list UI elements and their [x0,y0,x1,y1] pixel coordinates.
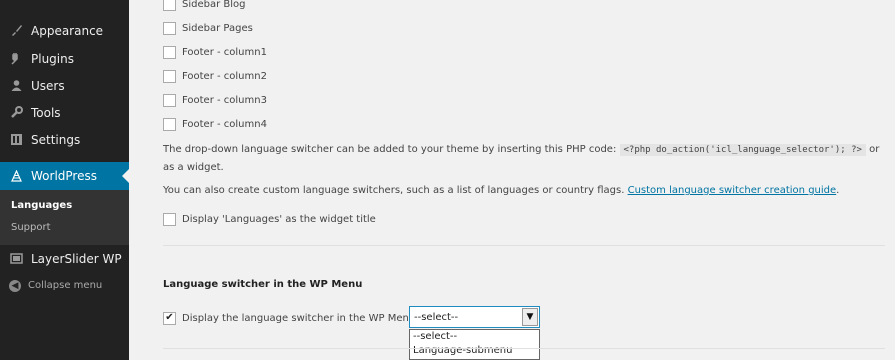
checkbox-label: Sidebar Blog [182,0,246,10]
widget-area-option[interactable]: Sidebar Blog [163,0,246,11]
checkbox-label: Footer - column1 [182,46,267,58]
sidebar-item-label: WorldPress [31,169,97,183]
checkbox-label: Footer - column2 [182,70,267,82]
sidebar-item-tools[interactable]: Tools [0,99,129,126]
settings-main: Sidebar Blog Sidebar Pages Footer - colu… [147,0,895,360]
php-code-snippet: <?php do_action('icl_language_selector')… [619,144,866,156]
checkbox-label: Sidebar Pages [182,22,253,34]
checkbox[interactable] [163,0,176,11]
display-title-option[interactable]: Display 'Languages' as the widget title [163,212,376,226]
section-title: Language switcher in the WP Menu [163,279,363,290]
user-icon [9,79,23,93]
collapse-menu-button[interactable]: ◀ Collapse menu [0,272,129,299]
paintbrush-icon [9,24,23,38]
widget-area-option[interactable]: Footer - column1 [163,45,267,59]
select-option[interactable]: Language-submenu [410,344,539,358]
checkbox[interactable] [163,212,176,226]
sidebar-item-appearance[interactable]: Appearance [0,17,129,44]
widget-area-option[interactable]: Footer - column2 [163,69,267,83]
select-option[interactable]: --select-- [410,330,539,344]
checkbox-checked[interactable]: ✔ [163,311,176,325]
checkbox[interactable] [163,21,176,35]
globe-icon [9,169,23,183]
custom-switcher-note: You can also create custom language swit… [163,185,840,196]
sidebar-item-plugins[interactable]: Plugins [0,45,129,72]
checkbox-label: Display the language switcher in the WP … [182,312,416,324]
active-indicator [122,169,129,183]
menu-switcher-option[interactable]: ✔ Display the language switcher in the W… [163,311,415,325]
custom-note-text: You can also create custom language swit… [163,185,625,196]
menu-switcher-select[interactable]: --select-- ▼ [409,306,540,328]
collapse-icon: ◀ [9,279,21,292]
section-divider [163,245,885,246]
widget-area-option[interactable]: Sidebar Pages [163,21,253,35]
admin-sidebar: Appearance Plugins Users Tools Settings … [0,0,129,360]
submenu-item-languages[interactable]: Languages [11,200,72,211]
php-note-text: The drop-down language switcher can be a… [163,144,617,155]
sidebar-item-label: Settings [31,132,81,147]
select-dropdown-list: --select-- Language-submenu [409,329,540,360]
custom-switcher-guide-link[interactable]: Custom language switcher creation guide [628,185,837,196]
checkbox-label: Display 'Languages' as the widget title [182,213,376,225]
submenu-item-support[interactable]: Support [11,222,51,233]
checkbox[interactable] [163,69,176,83]
sidebar-item-settings[interactable]: Settings [0,126,129,153]
sidebar-item-layerslider[interactable]: LayerSlider WP [0,245,129,272]
php-code-note: The drop-down language switcher can be a… [163,141,883,176]
chevron-down-icon[interactable]: ▼ [522,308,538,326]
sidebar-item-worldpress[interactable]: WorldPress [0,162,129,190]
widget-area-option[interactable]: Footer - column3 [163,93,267,107]
sidebar-item-label: Tools [31,105,61,120]
checkbox[interactable] [163,117,176,131]
section-divider [163,348,885,349]
select-value: --select-- [414,311,459,323]
checkbox[interactable] [163,45,176,59]
settings-icon [9,133,23,147]
checkbox-label: Footer - column4 [182,118,267,130]
sidebar-item-users[interactable]: Users [0,72,129,99]
layers-icon [9,252,23,266]
checkbox-label: Footer - column3 [182,94,267,106]
sidebar-item-label: Users [31,78,65,93]
collapse-menu-label: Collapse menu [28,280,103,291]
plug-icon [9,52,23,66]
checkbox[interactable] [163,93,176,107]
widget-area-option[interactable]: Footer - column4 [163,117,267,131]
sidebar-item-label: Appearance [31,23,104,38]
worldpress-submenu: Languages Support [0,190,129,245]
sidebar-item-label: Plugins [31,51,74,66]
wrench-icon [9,106,23,120]
sidebar-item-label: LayerSlider WP [31,251,122,266]
